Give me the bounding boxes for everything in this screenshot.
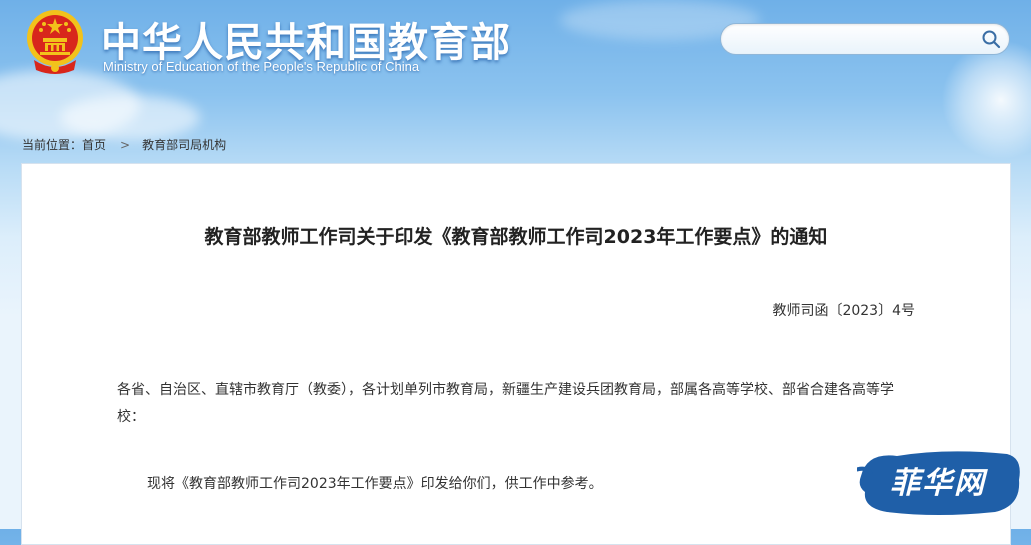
breadcrumb-home-link[interactable]: 首页 xyxy=(82,138,106,152)
search-input[interactable] xyxy=(733,29,977,51)
search-icon[interactable] xyxy=(981,29,1001,49)
national-emblem-icon[interactable] xyxy=(24,8,86,74)
breadcrumb: 当前位置：首页 > 教育部司局机构 xyxy=(22,136,226,153)
breadcrumb-current-link[interactable]: 教育部司局机构 xyxy=(142,138,226,152)
watermark-text: 菲华网 xyxy=(890,466,986,501)
site-subtitle: Ministry of Education of the People's Re… xyxy=(103,59,420,74)
site-header: 中华人民共和国教育部 Ministry of Education of the … xyxy=(0,0,1031,130)
document-title: 教育部教师工作司关于印发《教育部教师工作司2023年工作要点》的通知 xyxy=(204,226,828,248)
search-box xyxy=(720,23,1010,55)
breadcrumb-prefix: 当前位置： xyxy=(22,138,83,152)
document-recipients: 各省、自治区、直辖市教育厅（教委），各计划单列市教育局，新疆生产建设兵团教育局，… xyxy=(117,382,894,425)
document-body: 现将《教育部教师工作司2023年工作要点》印发给你们，供工作中参考。 xyxy=(147,476,603,492)
document-number: 教师司函〔2023〕4号 xyxy=(772,303,915,319)
breadcrumb-separator: > xyxy=(120,138,131,152)
